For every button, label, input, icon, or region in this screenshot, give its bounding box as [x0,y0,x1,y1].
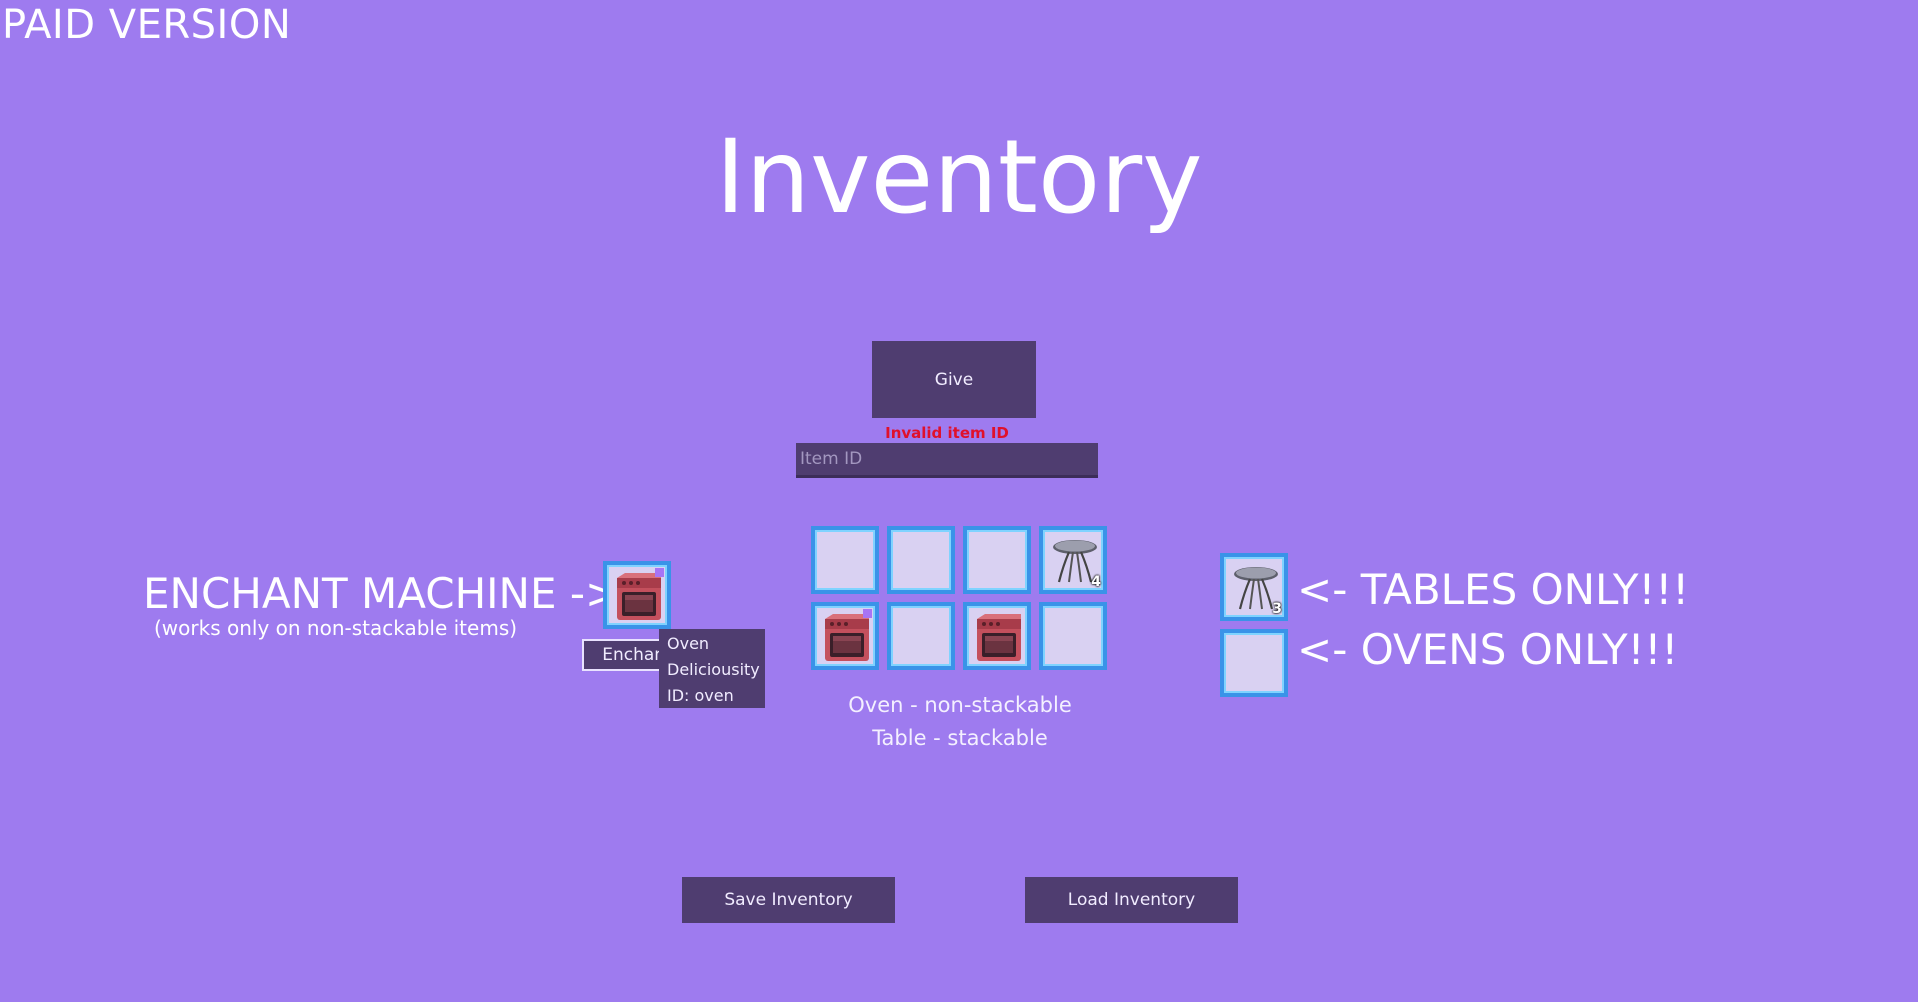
save-inventory-button[interactable]: Save Inventory [682,877,895,923]
load-inventory-button[interactable]: Load Inventory [1025,877,1238,923]
give-button[interactable]: Give [872,341,1036,418]
inventory-slot[interactable] [1039,602,1107,670]
inventory-slot[interactable] [887,526,955,594]
tables-only-slot[interactable]: 3 [1220,553,1288,621]
stack-count: 4 [1091,574,1101,590]
inventory-slot[interactable] [963,526,1031,594]
ovens-only-label: <- OVENS ONLY!!! [1297,625,1679,674]
tooltip-item-id: ID: oven [667,686,734,705]
inventory-slot[interactable] [811,526,879,594]
item-id-input[interactable] [796,443,1098,478]
tooltip-item-name: Oven [667,634,710,653]
enchant-machine-subtitle: (works only on non-stackable items) [154,616,518,640]
stack-count: 3 [1272,601,1282,617]
tables-only-label: <- TABLES ONLY!!! [1297,565,1690,614]
inventory-slot[interactable]: 4 [1039,526,1107,594]
error-message: Invalid item ID [885,424,1009,442]
inventory-slot[interactable] [887,602,955,670]
oven-icon [611,569,667,625]
enchant-indicator [863,609,872,618]
page-title: Inventory [715,118,1203,237]
enchant-indicator [655,568,664,577]
inventory-slot[interactable] [963,602,1031,670]
item-tooltip: Oven Deliciousity ID: oven [659,629,765,708]
enchant-machine-label: ENCHANT MACHINE -> [143,569,621,618]
info-table: Table - stackable [872,726,1048,750]
inventory-slot[interactable] [811,602,879,670]
paid-version-label: PAID VERSION [2,2,292,48]
oven-icon [971,610,1027,666]
enchant-slot[interactable] [603,561,671,629]
info-oven: Oven - non-stackable [848,693,1072,717]
oven-icon [819,610,875,666]
tooltip-item-property: Deliciousity [667,660,760,679]
ovens-only-slot[interactable] [1220,629,1288,697]
